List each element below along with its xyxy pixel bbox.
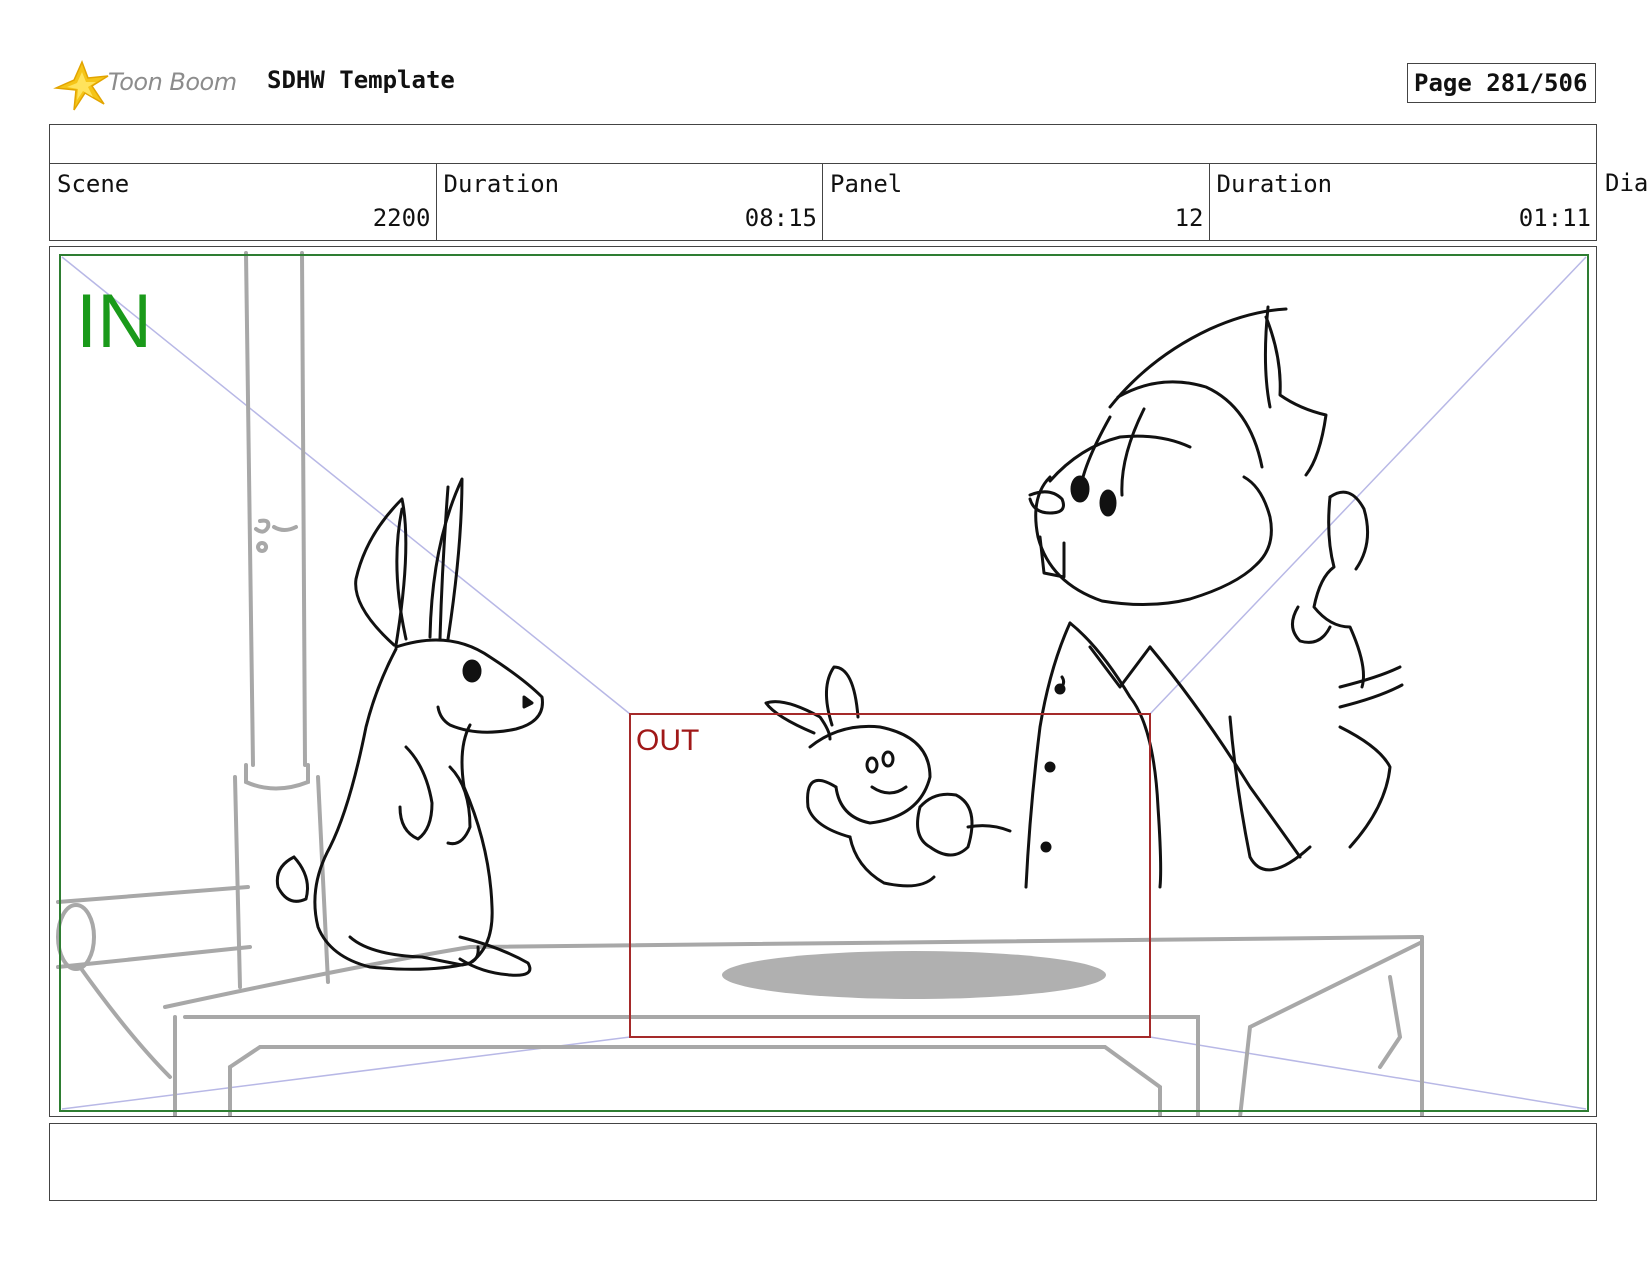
cast-shadow	[722, 951, 1106, 999]
rabbit-figure	[275, 477, 544, 977]
panel-drawing: IN OUT	[56, 251, 1589, 1116]
document-title: SDHW Template	[267, 66, 455, 94]
scene-value: 2200	[372, 204, 431, 232]
scene-duration-label: Duration	[443, 170, 560, 198]
notes-field-bottom[interactable]	[49, 1123, 1597, 1201]
logo-text: Toon Boom	[108, 68, 237, 96]
storyboard-panel[interactable]: IN OUT	[49, 246, 1597, 1117]
scene-duration-value: 08:15	[744, 204, 817, 232]
notes-field-top[interactable]	[49, 124, 1597, 164]
panel-value: 12	[1174, 204, 1204, 232]
panel-duration-cell[interactable]: Duration 01:11	[1210, 164, 1597, 240]
page-indicator: Page 281/506	[1407, 63, 1596, 103]
out-label: OUT	[636, 724, 699, 757]
scene-label: Scene	[57, 170, 130, 198]
panel-duration-label: Duration	[1216, 170, 1333, 198]
cartoon-character	[1024, 305, 1404, 889]
scene-info-row: Scene 2200 Duration 08:15 Panel 12 Durat…	[49, 163, 1597, 241]
panel-duration-value: 01:11	[1518, 204, 1591, 232]
toon-boom-logo: Toon Boom	[52, 56, 252, 114]
starburst-icon	[53, 60, 109, 111]
scene-cell[interactable]: Scene 2200	[50, 164, 437, 240]
hand-puppet	[764, 665, 1012, 888]
in-label: IN	[76, 279, 152, 364]
scene-duration-cell[interactable]: Duration 08:15	[437, 164, 823, 240]
panel-label: Panel	[830, 170, 903, 198]
panel-cell[interactable]: Panel 12	[823, 164, 1210, 240]
background-set	[56, 251, 1424, 1116]
dialogue-label: Dia	[1605, 169, 1649, 197]
